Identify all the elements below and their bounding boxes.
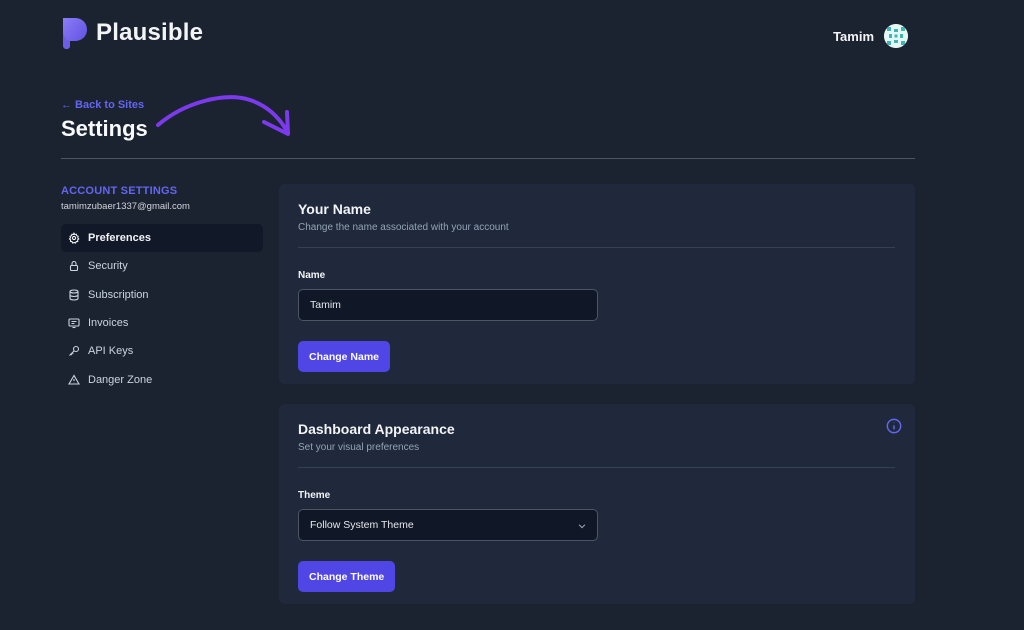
sidebar-item-invoices[interactable]: Invoices	[61, 309, 263, 337]
your-name-card: Your Name Change the name associated wit…	[279, 184, 915, 384]
name-input-value: Tamim	[310, 299, 341, 311]
card-subtitle: Set your visual preferences	[298, 442, 420, 453]
avatar[interactable]	[884, 24, 908, 48]
info-icon[interactable]	[886, 418, 902, 434]
user-name: Tamim	[833, 28, 874, 44]
title-divider	[61, 158, 915, 159]
theme-label: Theme	[298, 490, 331, 501]
sidebar-item-preferences[interactable]: Preferences	[61, 224, 263, 253]
sidebar-item-danger-zone[interactable]: Danger Zone	[61, 365, 263, 393]
sidebar-item-label: Invoices	[88, 317, 129, 330]
sidebar-item-security[interactable]: Security	[61, 252, 263, 280]
database-icon	[69, 289, 79, 301]
top-header: Plausible Tamim	[0, 0, 1024, 70]
sidebar-item-label: Subscription	[88, 288, 149, 301]
lock-icon	[69, 261, 79, 272]
receipt-icon	[68, 318, 80, 329]
sidebar-item-label: Security	[88, 260, 128, 273]
sidebar-item-api-keys[interactable]: API Keys	[61, 337, 263, 365]
card-subtitle: Change the name associated with your acc…	[298, 222, 509, 233]
theme-select[interactable]: Follow System Theme	[298, 509, 598, 541]
plausible-logo-icon	[63, 18, 87, 49]
theme-select-value: Follow System Theme	[310, 519, 414, 531]
settings-nav: Preferences Security Subscription Invoic…	[61, 224, 263, 394]
change-name-button[interactable]: Change Name	[298, 341, 391, 372]
sidebar-item-subscription[interactable]: Subscription	[61, 281, 263, 309]
warning-icon	[68, 374, 80, 385]
brand-name: Plausible	[96, 19, 204, 46]
dashboard-appearance-card: Dashboard Appearance Set your visual pre…	[279, 404, 915, 604]
sidebar-item-label: API Keys	[88, 345, 134, 358]
gear-icon	[68, 232, 80, 244]
name-label: Name	[298, 270, 326, 281]
annotation-arrow-icon	[156, 95, 290, 136]
chevron-down-icon	[578, 524, 586, 529]
card-title: Your Name	[298, 201, 371, 217]
avatar-pattern-icon	[884, 24, 908, 48]
account-email: tamimzubaer1337@gmail.com	[61, 201, 190, 212]
back-to-sites-link[interactable]: ← Back to Sites	[61, 99, 144, 111]
page-title: Settings	[61, 116, 148, 141]
sidebar-item-label: Preferences	[88, 232, 151, 245]
card-divider	[298, 247, 895, 248]
card-title: Dashboard Appearance	[298, 421, 455, 437]
name-input[interactable]: Tamim	[298, 289, 598, 321]
user-menu[interactable]: Tamim	[833, 24, 908, 48]
sidebar-item-label: Danger Zone	[88, 373, 153, 386]
key-icon	[69, 346, 80, 357]
card-divider	[298, 467, 895, 468]
change-theme-button[interactable]: Change Theme	[298, 561, 396, 592]
brand-logo[interactable]: Plausible	[60, 16, 203, 50]
sidebar-heading: ACCOUNT SETTINGS	[61, 185, 178, 197]
